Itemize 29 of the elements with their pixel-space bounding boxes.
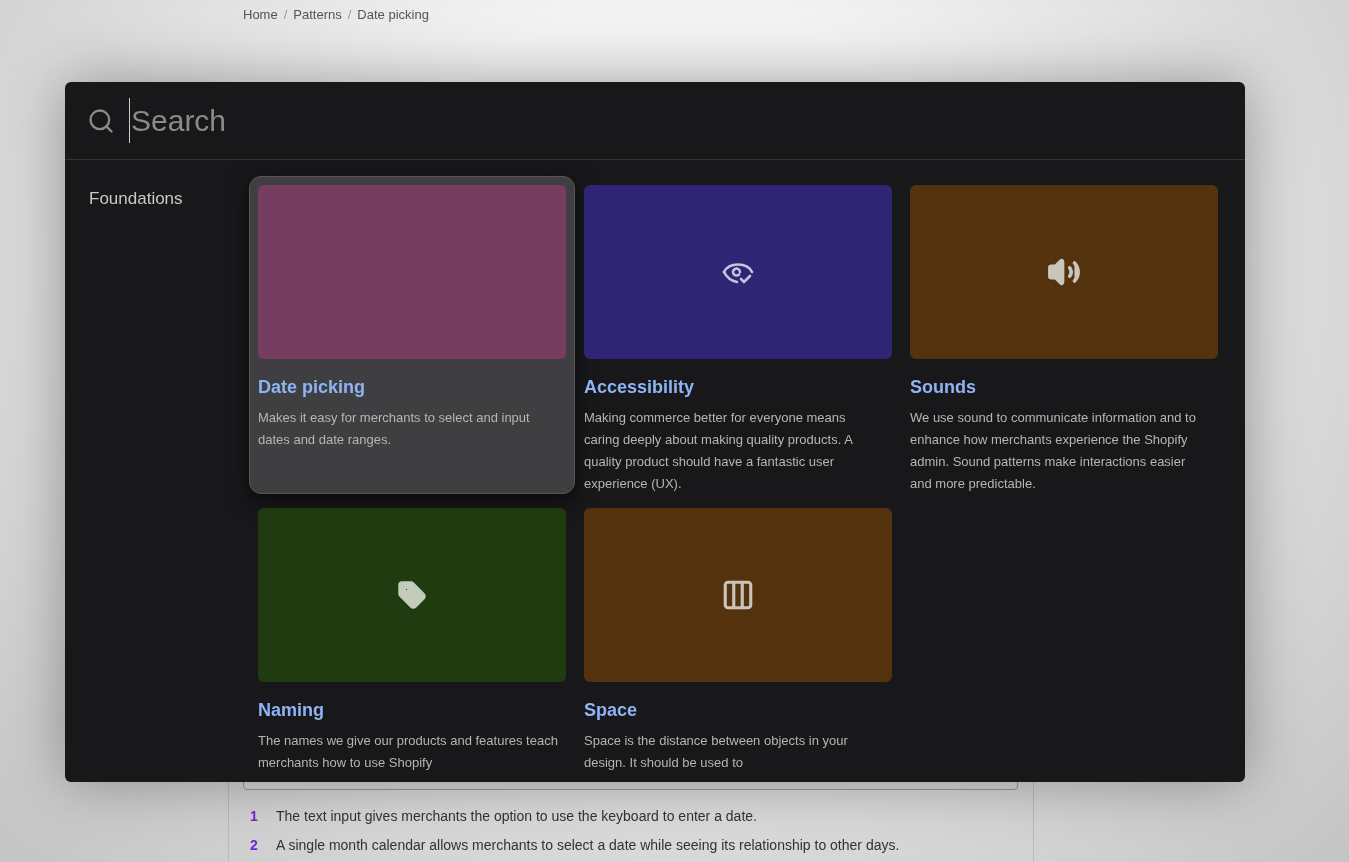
card-title: Date picking (258, 376, 367, 399)
pattern-card[interactable]: Sounds We use sound to communicate information and to enhance how merchants experience the Shopify admin. Sound patterns make interactions easier and more predictable. (901, 176, 1227, 494)
card-title: Space (584, 699, 639, 722)
step-text: A single month calendar allows merchants to select a date while seeing its relationship to other days. (276, 836, 900, 855)
pattern-card[interactable]: Naming The names we give our products and features teach merchants how to use Shopify (249, 499, 575, 782)
search-field[interactable]: Search (129, 98, 1029, 143)
columns-icon (721, 578, 755, 612)
breadcrumb-link[interactable]: Patterns (293, 5, 342, 25)
pattern-card[interactable]: Accessibility Making commerce better for everyone means caring deeply about making quality products. A quality product should have a fantastic user experience (UX). (575, 176, 901, 494)
pattern-card[interactable]: Space Space is the distance between objects in your design. It should be used to (575, 499, 901, 782)
card-title: Sounds (910, 376, 977, 399)
card-description: We use sound to communicate information and to enhance how merchants experience the Shopify admin. Sound patterns make interactions easier and more predictable. (910, 409, 1197, 493)
step-number: 2 (250, 836, 258, 855)
breadcrumb-separator: / (347, 6, 352, 24)
breadcrumb-separator: / (283, 6, 288, 24)
card-description: Makes it easy for merchants to select and input dates and date ranges. (258, 409, 531, 449)
card-title: Accessibility (584, 376, 696, 399)
card-description: Making commerce better for everyone means caring deeply about making quality products. A quality product should have a fantastic user experience (UX). (584, 409, 854, 493)
breadcrumb-link[interactable]: Home (243, 5, 278, 25)
breadcrumb-link[interactable]: Date picking (357, 5, 429, 25)
step-number: 1 (250, 807, 258, 826)
sidebar-item[interactable]: Foundations (89, 186, 249, 212)
tag-icon (397, 580, 427, 610)
card-description: Space is the distance between objects in your design. It should be used to (584, 732, 849, 772)
search-icon (87, 106, 115, 135)
step-text: The text input gives merchants the option to use the keyboard to enter a date. (276, 807, 757, 826)
card-title: Naming (258, 699, 325, 722)
pattern-card[interactable]: Date picking Makes it easy for merchants to select and input dates and date ranges. (249, 176, 575, 494)
card-description: The names we give our products and features teach merchants how to use Shopify (258, 732, 558, 772)
